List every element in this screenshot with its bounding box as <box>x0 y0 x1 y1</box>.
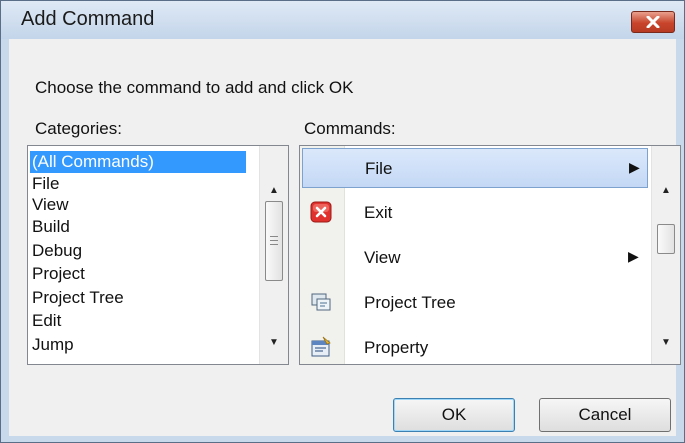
cancel-button[interactable]: Cancel <box>539 398 671 432</box>
dialog-title: Add Command <box>21 8 155 30</box>
submenu-arrow-icon: ▶ <box>629 159 640 175</box>
command-item-property[interactable]: Property <box>302 328 648 364</box>
close-icon <box>646 16 660 28</box>
scroll-down-arrow-icon[interactable]: ▼ <box>260 336 288 350</box>
command-label: View <box>364 248 401 267</box>
scrollbar-thumb[interactable] <box>265 201 283 281</box>
commands-label: Commands: <box>304 119 396 138</box>
list-item[interactable]: Project <box>30 263 85 285</box>
command-label: Project Tree <box>364 293 456 312</box>
scrollbar-thumb[interactable] <box>657 224 675 254</box>
list-item[interactable]: Project Tree <box>30 287 124 309</box>
project-tree-icon <box>311 293 331 311</box>
categories-label: Categories: <box>35 119 122 138</box>
command-label: Exit <box>364 203 393 222</box>
property-icon <box>311 336 331 357</box>
commands-list[interactable]: File ▶ Exit View ▶ Project Tree Property… <box>299 145 681 365</box>
command-item-file[interactable]: File ▶ <box>302 148 648 188</box>
list-item[interactable]: Edit <box>30 310 61 332</box>
categories-scrollbar[interactable]: ▲ ▼ <box>259 146 288 364</box>
ok-button[interactable]: OK <box>393 398 515 432</box>
list-item[interactable]: View <box>30 194 69 216</box>
commands-scrollbar[interactable]: ▲ ▼ <box>651 146 680 364</box>
close-button[interactable] <box>631 11 675 33</box>
command-label: Property <box>364 338 429 357</box>
command-item-exit[interactable]: Exit <box>302 193 648 233</box>
command-label: File <box>365 159 393 178</box>
categories-list[interactable]: (All Commands) File View Build Debug Pro… <box>27 145 289 365</box>
scroll-down-arrow-icon[interactable]: ▼ <box>652 336 680 350</box>
command-item-project-tree[interactable]: Project Tree <box>302 283 648 323</box>
scroll-up-arrow-icon[interactable]: ▲ <box>260 184 288 198</box>
add-command-dialog: Add Command Choose the command to add an… <box>0 0 685 443</box>
list-item[interactable]: File <box>30 173 59 195</box>
command-item-view[interactable]: View ▶ <box>302 238 648 278</box>
scroll-up-arrow-icon[interactable]: ▲ <box>652 184 680 198</box>
dialog-body: Choose the command to add and click OK C… <box>9 39 681 436</box>
exit-icon <box>310 201 332 223</box>
list-item[interactable]: Jump <box>30 334 74 356</box>
list-item[interactable]: Build <box>30 216 70 238</box>
list-item[interactable]: Debug <box>30 240 82 262</box>
submenu-arrow-icon: ▶ <box>628 248 639 264</box>
title-bar[interactable]: Add Command <box>1 1 684 39</box>
list-item[interactable]: (All Commands) <box>30 151 246 173</box>
instruction-text: Choose the command to add and click OK <box>35 78 354 97</box>
